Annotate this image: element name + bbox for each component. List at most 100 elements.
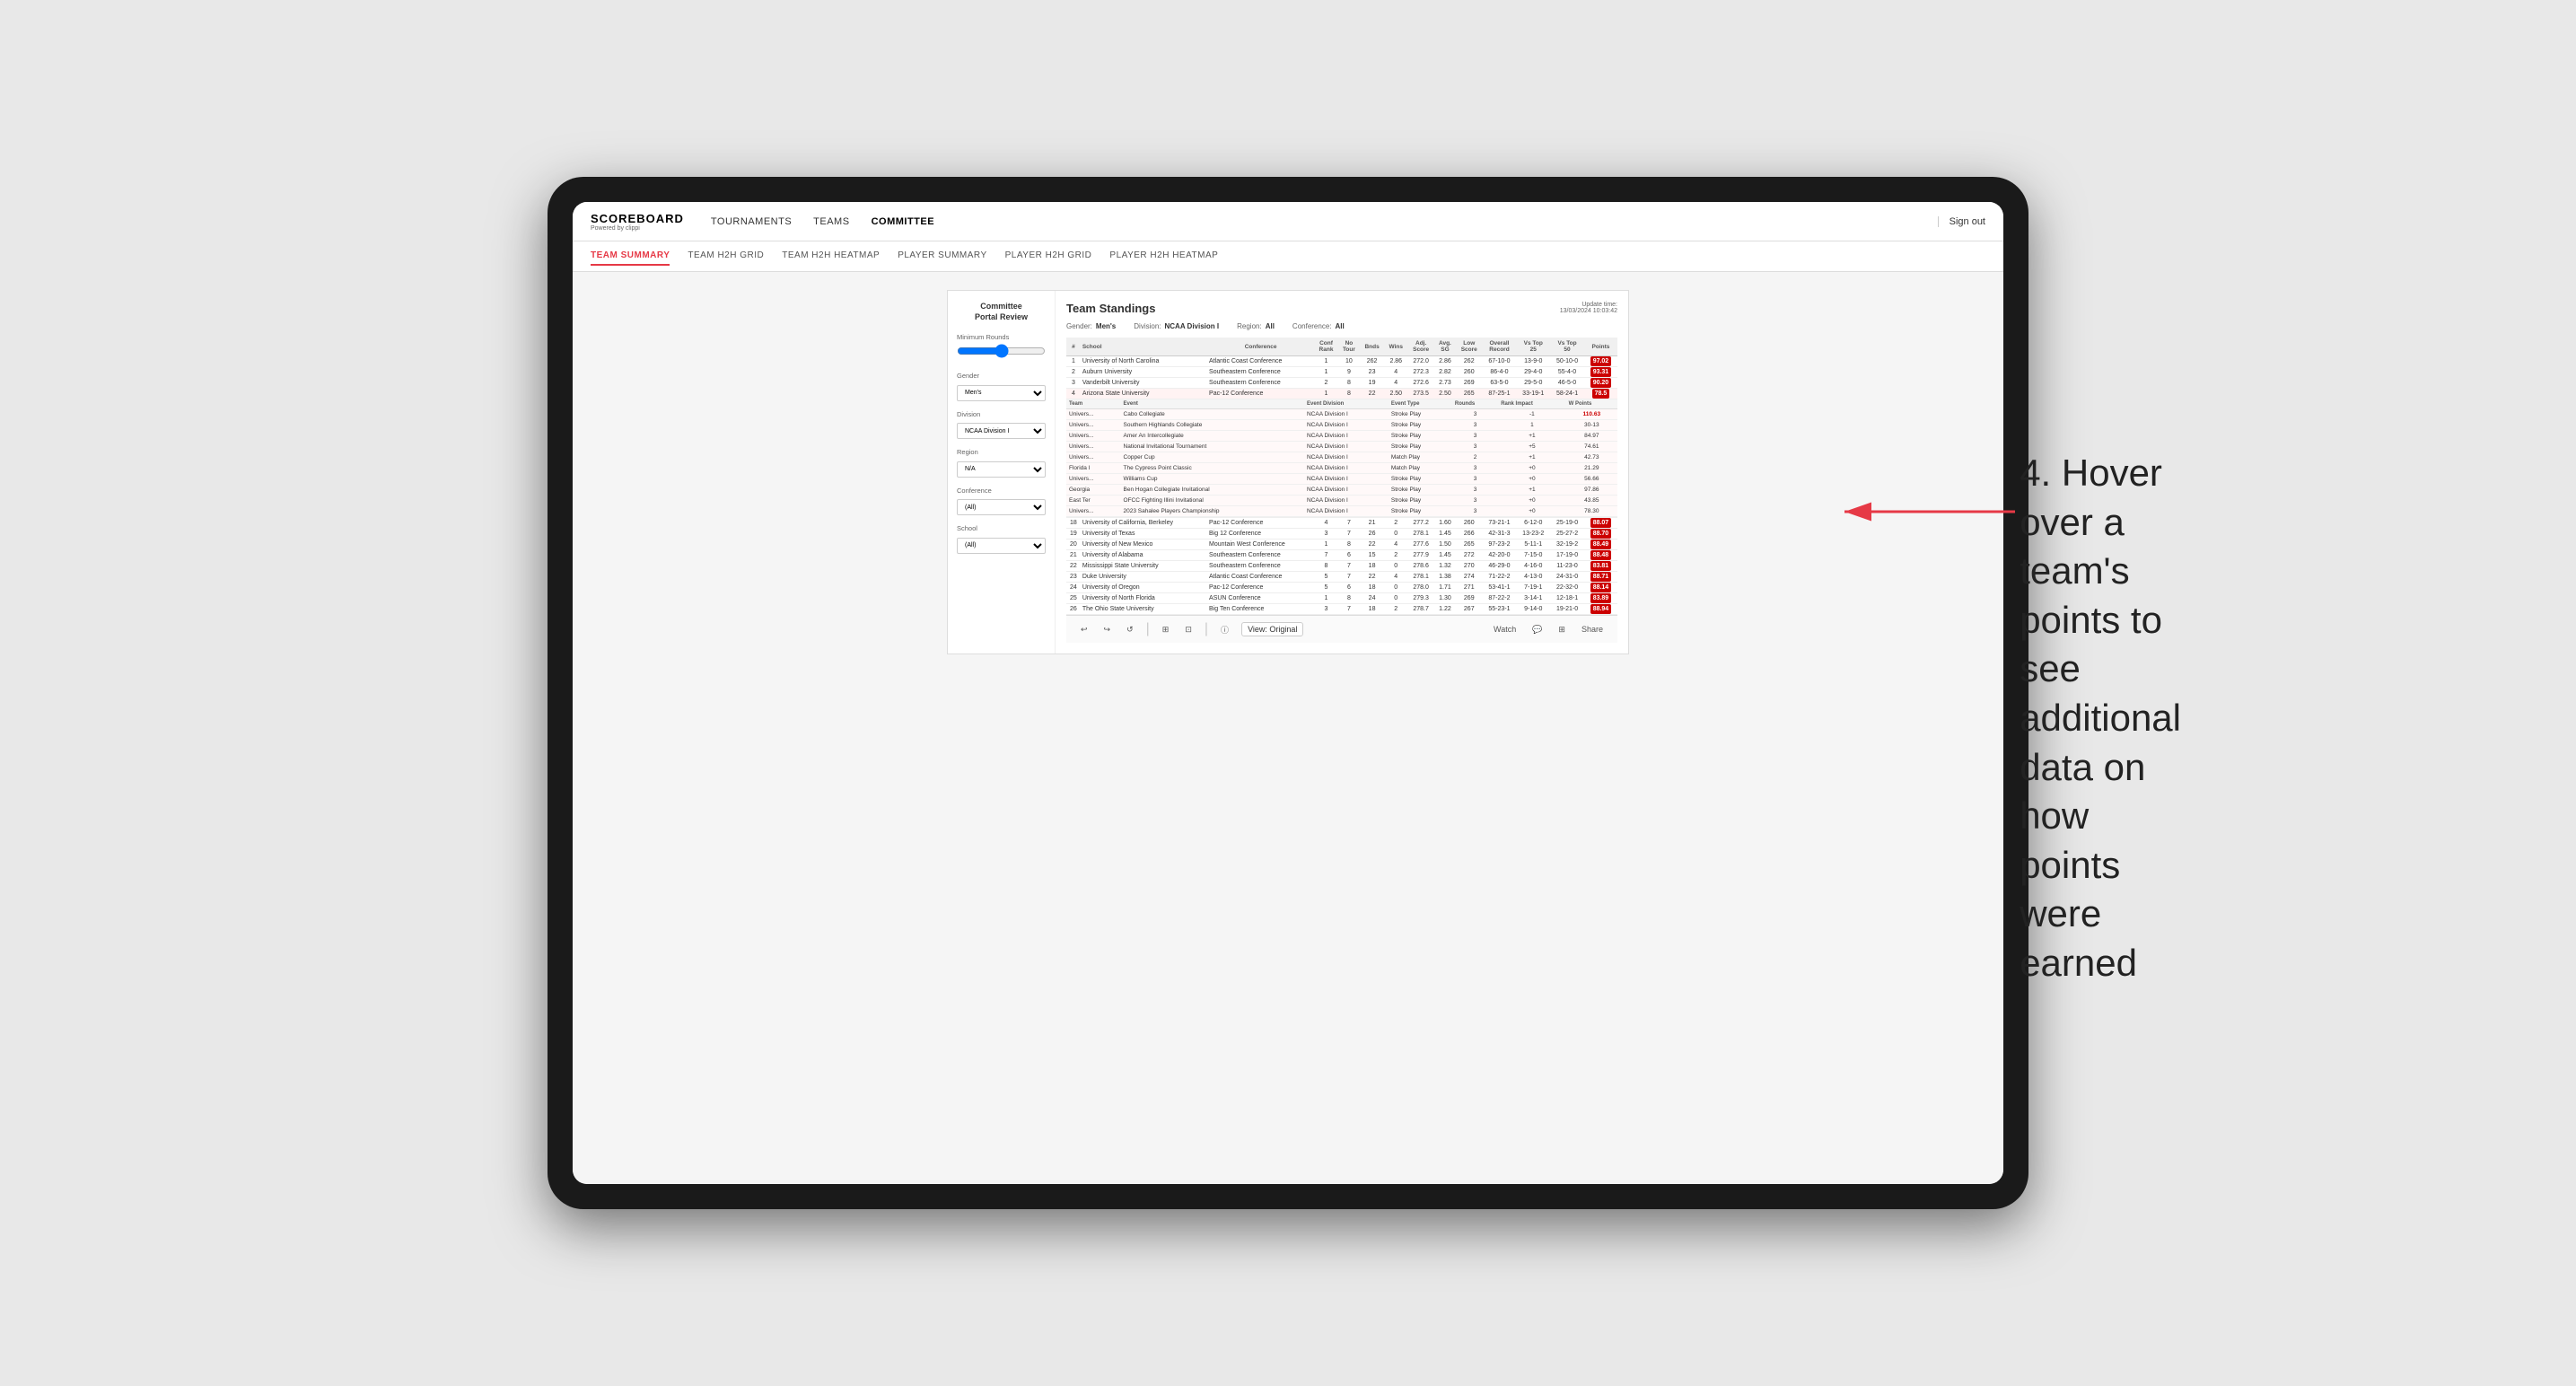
toolbar-right: Watch 💬 ⊞ Share — [1490, 623, 1607, 636]
points-value[interactable]: 97.02 — [1590, 356, 1612, 366]
sub-nav-team-summary[interactable]: TEAM SUMMARY — [591, 247, 670, 266]
undo-button[interactable]: ↩ — [1077, 623, 1091, 636]
copy-button[interactable]: ⊞ — [1159, 623, 1173, 636]
report-main: Team Standings Update time: 13/03/2024 1… — [1056, 291, 1628, 654]
report-title: Team Standings — [1066, 302, 1155, 315]
tooltip-data-row: East Ter OFCC Fighting Illini Invitation… — [1066, 496, 1617, 506]
sub-nav-player-summary[interactable]: PLAYER SUMMARY — [898, 247, 986, 266]
division-filter-display: Division: NCAA Division I — [1134, 322, 1219, 330]
table-row: 20 University of New Mexico Mountain Wes… — [1066, 539, 1617, 550]
tooltip-data-row: Florida I The Cypress Point Classic NCAA… — [1066, 463, 1617, 474]
conference-select[interactable]: (All) — [957, 499, 1046, 515]
main-nav-items: TOURNAMENTS TEAMS COMMITTEE — [711, 213, 1938, 231]
sub-nav-team-h2h-heatmap[interactable]: TEAM H2H HEATMAP — [782, 247, 880, 266]
table-row-highlighted: 4 Arizona State University Pac-12 Confer… — [1066, 389, 1617, 399]
points-value[interactable]: 88.49 — [1590, 539, 1612, 549]
tooltip-data-row: Univers... Amer An Intercollegiate NCAA … — [1066, 431, 1617, 442]
nav-item-teams[interactable]: TEAMS — [813, 213, 849, 231]
app-logo: SCOREBOARD Powered by clippi — [591, 212, 684, 232]
share-button[interactable]: Share — [1578, 623, 1607, 636]
min-rounds-slider[interactable] — [957, 344, 1046, 358]
top-navigation: SCOREBOARD Powered by clippi TOURNAMENTS… — [573, 202, 2003, 241]
col-avg-sg: Avg.SG — [1434, 338, 1456, 356]
gender-select[interactable]: Men's — [957, 385, 1046, 401]
redo-button[interactable]: ↪ — [1100, 623, 1115, 636]
nav-item-committee[interactable]: COMMITTEE — [872, 213, 935, 231]
sub-nav-player-h2h-grid[interactable]: PLAYER H2H GRID — [1005, 247, 1092, 266]
table-row: 23 Duke University Atlantic Coast Confer… — [1066, 572, 1617, 583]
col-conf-rank: ConfRank — [1314, 338, 1338, 356]
sidebar-title: Committee Portal Review — [957, 302, 1046, 322]
sub-navigation: TEAM SUMMARY TEAM H2H GRID TEAM H2H HEAT… — [573, 241, 2003, 272]
points-value-active[interactable]: 78.5 — [1592, 389, 1610, 399]
col-points: Points — [1584, 338, 1617, 356]
grid-button[interactable]: ⊞ — [1555, 623, 1569, 636]
view-button[interactable]: View: Original — [1241, 622, 1303, 636]
table-row: 25 University of North Florida ASUN Conf… — [1066, 593, 1617, 604]
conference-section: Conference (All) — [957, 487, 1046, 516]
gender-filter-display: Gender: Men's — [1066, 322, 1116, 330]
update-time: Update time: 13/03/2024 10:03:42 — [1560, 302, 1617, 314]
logo-subtitle: Powered by clippi — [591, 225, 684, 232]
tooltip-data-row: Georgia Ben Hogan Collegiate Invitationa… — [1066, 485, 1617, 496]
division-select[interactable]: NCAA Division I — [957, 423, 1046, 439]
points-value[interactable]: 88.71 — [1590, 572, 1612, 582]
division-section: Division NCAA Division I — [957, 410, 1046, 440]
col-wins: Wins — [1384, 338, 1407, 356]
gender-filter-value: Men's — [1096, 322, 1116, 330]
region-label: Region — [957, 448, 1046, 456]
tooltip-data-row: Univers... Cabo Collegiate NCAA Division… — [1066, 409, 1617, 420]
table-row: 24 University of Oregon Pac-12 Conferenc… — [1066, 583, 1617, 593]
col-rank: # — [1066, 338, 1081, 356]
points-value[interactable]: 88.14 — [1590, 583, 1612, 592]
points-value[interactable]: 93.31 — [1590, 367, 1612, 377]
division-filter-value: NCAA Division I — [1165, 322, 1220, 330]
points-value[interactable]: 88.70 — [1590, 529, 1612, 539]
col-overall: OverallRecord — [1483, 338, 1517, 356]
col-bnds: Bnds — [1360, 338, 1384, 356]
table-row: 18 University of California, Berkeley Pa… — [1066, 518, 1617, 529]
conference-filter-display: Conference: All — [1292, 322, 1345, 330]
report-inner: Committee Portal Review Minimum Rounds G… — [948, 291, 1628, 654]
nav-item-tournaments[interactable]: TOURNAMENTS — [711, 213, 792, 231]
points-value[interactable]: 90.20 — [1590, 378, 1612, 388]
annotation-text: 4. Hover over a team's points to see add… — [2020, 449, 2181, 988]
sub-nav-player-h2h-heatmap[interactable]: PLAYER H2H HEATMAP — [1109, 247, 1218, 266]
filters-display-row: Gender: Men's Division: NCAA Division I … — [1066, 322, 1617, 330]
info-button[interactable]: ⓘ — [1217, 622, 1232, 637]
points-value[interactable]: 88.48 — [1590, 550, 1612, 560]
bottom-toolbar: ↩ ↪ ↺ | ⊞ ⊡ | ⓘ View: Original Watch — [1066, 615, 1617, 643]
table-row: 22 Mississippi State University Southeas… — [1066, 561, 1617, 572]
school-select[interactable]: (All) — [957, 538, 1046, 554]
region-select[interactable]: N/A — [957, 461, 1046, 478]
sub-nav-team-h2h-grid[interactable]: TEAM H2H GRID — [688, 247, 764, 266]
points-value[interactable]: 83.89 — [1590, 593, 1612, 603]
col-conference: Conference — [1207, 338, 1314, 356]
points-value[interactable]: 83.81 — [1590, 561, 1612, 571]
refresh-button[interactable]: ↺ — [1123, 623, 1137, 636]
col-no-tour: NoTour — [1338, 338, 1360, 356]
logo-title: SCOREBOARD — [591, 212, 684, 225]
arrow-indicator — [1827, 485, 2024, 539]
table-row: 3 Vanderbilt University Southeastern Con… — [1066, 378, 1617, 389]
min-rounds-section: Minimum Rounds — [957, 333, 1046, 363]
tooltip-data-row: Univers... National Invitational Tournam… — [1066, 442, 1617, 452]
school-label: School — [957, 524, 1046, 532]
table-row: 1 University of North Carolina Atlantic … — [1066, 356, 1617, 367]
feedback-button[interactable]: 💬 — [1529, 623, 1546, 636]
gender-label: Gender — [957, 372, 1046, 380]
watch-button[interactable]: Watch — [1490, 623, 1520, 636]
col-adj-score: Adj.Score — [1407, 338, 1434, 356]
school-section: School (All) — [957, 524, 1046, 554]
conference-filter-value: All — [1336, 322, 1345, 330]
col-vs50: Vs Top50 — [1550, 338, 1584, 356]
table-row: 2 Auburn University Southeastern Confere… — [1066, 367, 1617, 378]
tablet-device: SCOREBOARD Powered by clippi TOURNAMENTS… — [548, 177, 2028, 1209]
paste-button[interactable]: ⊡ — [1181, 623, 1196, 636]
report-container: Committee Portal Review Minimum Rounds G… — [947, 290, 1629, 654]
sign-out-button[interactable]: Sign out — [1938, 216, 1985, 227]
tooltip-header-row: Team Event Event Division Event Type Rou… — [1066, 399, 1617, 518]
division-label: Division — [957, 410, 1046, 418]
points-value[interactable]: 88.07 — [1590, 518, 1612, 528]
points-value[interactable]: 88.94 — [1590, 604, 1612, 614]
